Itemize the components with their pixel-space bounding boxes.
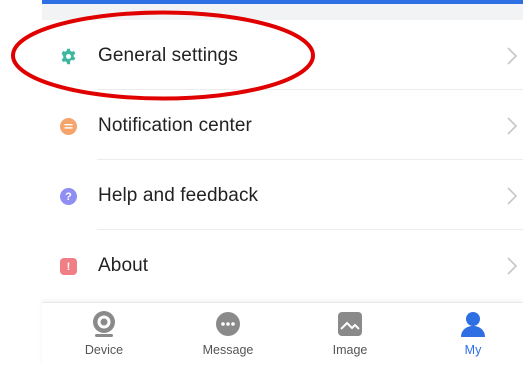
chevron-right-icon [506,186,518,206]
menu-item-about[interactable]: ! About [42,230,523,300]
chevron-right-icon [506,116,518,136]
camera-icon [89,309,119,339]
menu-item-help-and-feedback[interactable]: ? Help and feedback [42,160,523,230]
message-icon [213,309,243,339]
menu-item-general-settings[interactable]: General settings [42,20,523,90]
tab-label: Image [332,343,368,357]
tab-label: My [464,343,482,357]
menu-item-notification-center[interactable]: Notification center [42,90,523,160]
chevron-right-icon [506,46,518,66]
person-icon [458,309,488,339]
about-glyph: ! [60,258,77,275]
info-icon: ! [60,258,77,275]
tab-label: Message [202,343,254,357]
chevron-right-icon [506,256,518,276]
tab-my[interactable]: My [433,309,513,365]
notification-icon [60,118,77,135]
help-icon: ? [60,188,77,205]
tab-device[interactable]: Device [64,309,144,365]
tab-image[interactable]: Image [310,309,390,365]
bottom-tab-bar: Device Message Image My [42,302,523,365]
section-gap [42,4,523,20]
menu-item-label: General settings [98,45,238,66]
menu-item-label: Help and feedback [98,185,259,206]
help-glyph: ? [60,188,77,205]
image-icon [335,309,365,339]
menu-item-label: About [98,255,149,276]
gear-icon [60,48,77,65]
settings-menu: General settings Notification center ? H… [42,20,523,300]
tab-label: Device [84,343,124,357]
tab-message[interactable]: Message [188,309,268,365]
menu-item-label: Notification center [98,115,252,136]
